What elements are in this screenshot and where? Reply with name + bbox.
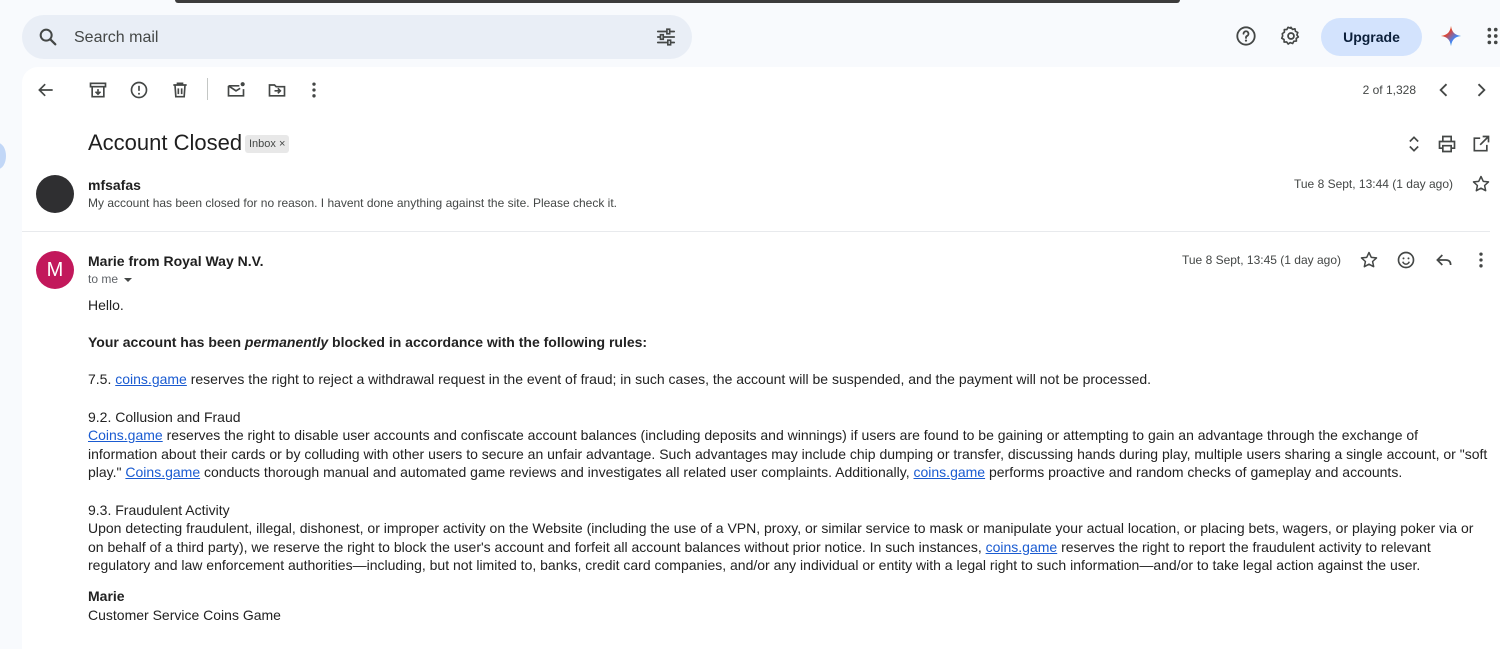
sender-avatar[interactable]: M bbox=[36, 251, 74, 289]
recipients-dropdown[interactable]: to me bbox=[88, 272, 133, 286]
signature-title: Customer Service Coins Game bbox=[88, 606, 281, 623]
rule-9-2-title: 9.2. Collusion and Fraud bbox=[88, 408, 241, 425]
window-top-bar bbox=[175, 0, 1180, 3]
rules-heading: Your account has been permanently blocke… bbox=[88, 334, 648, 351]
apps-grid-icon[interactable] bbox=[1486, 25, 1500, 47]
expand-all-icon[interactable] bbox=[1404, 133, 1424, 155]
greeting: Hello. bbox=[88, 297, 124, 313]
open-new-window-icon[interactable] bbox=[1471, 134, 1491, 154]
rule-9-3-title: 9.3. Fraudulent Activity bbox=[88, 501, 230, 518]
move-to-folder-icon[interactable] bbox=[267, 80, 287, 100]
toolbar-divider bbox=[207, 78, 208, 100]
coins-game-link[interactable]: coins.game bbox=[914, 464, 986, 480]
coins-game-link[interactable]: Coins.game bbox=[125, 464, 200, 480]
rule-9-3: 9.3. Fraudulent Activity Upon detecting f… bbox=[88, 501, 1474, 574]
message-more-options-icon[interactable] bbox=[1471, 250, 1491, 270]
rule-7-5: 7.5. coins.game reserves the right to re… bbox=[88, 371, 1152, 388]
upgrade-button[interactable]: Upgrade bbox=[1321, 18, 1422, 56]
sender-name[interactable]: mfsafas bbox=[88, 177, 141, 193]
coins-game-link[interactable]: Coins.game bbox=[88, 427, 163, 443]
search-icon[interactable] bbox=[37, 26, 59, 48]
print-icon[interactable] bbox=[1437, 134, 1457, 154]
message-snippet[interactable]: My account has been closed for no reason… bbox=[88, 196, 617, 210]
reply-icon[interactable] bbox=[1434, 250, 1454, 270]
message-body: Hello. Your account has been permanently… bbox=[88, 296, 1488, 624]
inbox-label-chip: Inbox × bbox=[245, 135, 290, 153]
recipients-label: to me bbox=[88, 272, 119, 286]
coins-game-link[interactable]: coins.game bbox=[115, 371, 187, 387]
settings-gear-icon[interactable] bbox=[1280, 25, 1302, 47]
sender-name[interactable]: Marie from Royal Way N.V. bbox=[88, 253, 264, 269]
delete-trash-icon[interactable] bbox=[170, 80, 190, 100]
search-options-icon[interactable] bbox=[655, 26, 677, 48]
archive-icon[interactable] bbox=[88, 80, 108, 100]
chevron-down-icon[interactable] bbox=[123, 276, 133, 284]
older-chevron-right-icon[interactable] bbox=[1471, 80, 1491, 100]
search-input[interactable] bbox=[72, 25, 636, 51]
message-divider bbox=[22, 231, 1490, 232]
emoji-reaction-icon[interactable] bbox=[1396, 250, 1416, 270]
sender-avatar[interactable] bbox=[36, 175, 74, 213]
signature-name: Marie bbox=[88, 587, 125, 604]
thread-subject: Account Closed bbox=[88, 130, 243, 155]
mark-unread-icon[interactable] bbox=[226, 80, 246, 100]
help-icon[interactable] bbox=[1235, 25, 1257, 47]
more-options-icon[interactable] bbox=[304, 80, 324, 100]
star-icon[interactable] bbox=[1359, 250, 1379, 270]
star-icon[interactable] bbox=[1471, 174, 1491, 194]
gemini-sparkle-icon[interactable] bbox=[1440, 25, 1462, 47]
message-count: 2 of 1,328 bbox=[1362, 83, 1416, 97]
rule-9-2: 9.2. Collusion and Fraud Coins.game reser… bbox=[88, 408, 1488, 481]
message-date: Tue 8 Sept, 13:44 (1 day ago) bbox=[1294, 177, 1453, 191]
sidebar-indicator bbox=[0, 143, 6, 169]
inbox-label-text: Inbox bbox=[249, 138, 276, 150]
report-spam-icon[interactable] bbox=[129, 80, 149, 100]
remove-label-button[interactable]: × bbox=[279, 138, 285, 150]
message-date: Tue 8 Sept, 13:45 (1 day ago) bbox=[1182, 253, 1341, 267]
newer-chevron-left-icon[interactable] bbox=[1434, 80, 1454, 100]
back-arrow-icon[interactable] bbox=[36, 80, 56, 100]
search-bar[interactable] bbox=[22, 15, 692, 59]
coins-game-link[interactable]: coins.game bbox=[986, 539, 1058, 555]
